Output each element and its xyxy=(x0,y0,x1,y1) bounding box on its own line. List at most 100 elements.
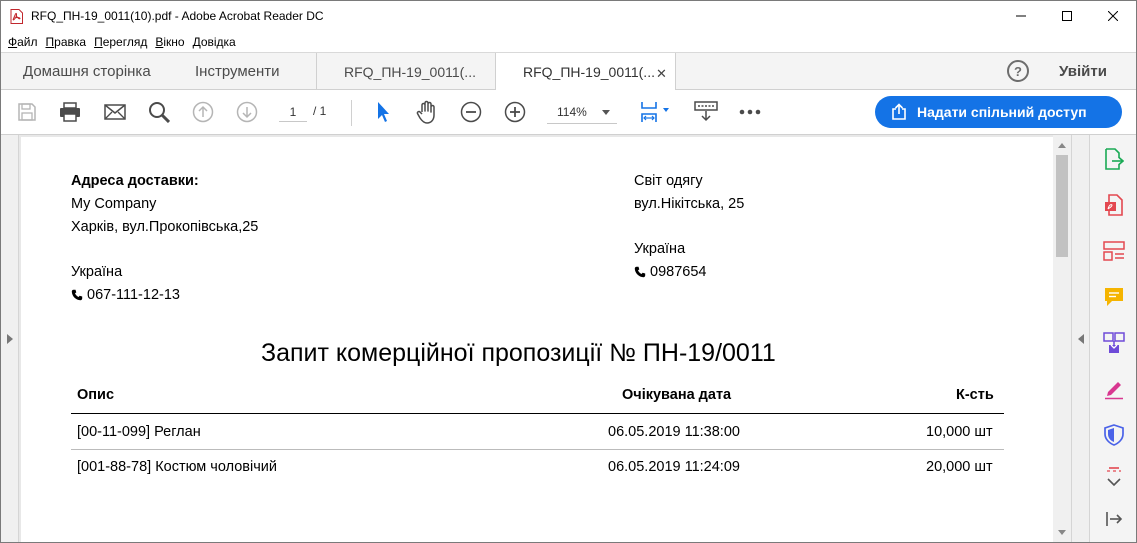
help-icon[interactable]: ? xyxy=(1007,60,1029,82)
close-icon xyxy=(1108,11,1118,21)
zoom-in-button[interactable] xyxy=(503,100,527,124)
more-icon xyxy=(739,109,761,115)
vendor-name: Світ одягу xyxy=(634,173,703,189)
row-2-quantity: 20,000 шт xyxy=(926,459,993,475)
combine-files-icon xyxy=(1103,332,1125,353)
previous-page-button[interactable] xyxy=(191,100,215,124)
export-pdf-tool[interactable] xyxy=(1102,147,1126,171)
menu-file[interactable]: Файл xyxy=(4,35,42,49)
arrow-down-circle-icon xyxy=(236,101,258,123)
pdf-file-icon xyxy=(10,9,23,24)
organize-pages-tool[interactable] xyxy=(1102,239,1126,263)
tab-document-1-label: RFQ_ПН-19_0011(... xyxy=(344,63,476,80)
sign-in-button[interactable]: Увійти xyxy=(1059,63,1107,80)
scroll-down-icon[interactable] xyxy=(1058,530,1066,535)
tab-close-icon[interactable]: ✕ xyxy=(656,66,667,82)
hand-tool-button[interactable] xyxy=(415,100,439,124)
collapse-pane-icon xyxy=(1106,512,1123,526)
save-button[interactable] xyxy=(15,100,39,124)
create-pdf-icon xyxy=(1105,194,1123,216)
table-header-date: Очікувана дата xyxy=(622,387,732,403)
tab-tools[interactable]: Інструменти xyxy=(195,53,280,90)
delivery-phone: 067-111-12-13 xyxy=(87,287,180,303)
toolbar-divider xyxy=(351,100,352,126)
row-1-date: 06.05.2019 11:38:00 xyxy=(608,424,740,440)
zoom-level-value: 114% xyxy=(557,105,587,119)
collapse-tools-pane-button[interactable] xyxy=(1102,507,1126,531)
next-page-button[interactable] xyxy=(235,100,259,124)
cursor-arrow-icon xyxy=(378,102,389,122)
scroll-up-icon[interactable] xyxy=(1058,143,1066,148)
select-tool-button[interactable] xyxy=(371,100,395,124)
pdf-page[interactable]: Адреса доставки: My Company Харків, вул.… xyxy=(21,137,1053,542)
zoom-level-dropdown[interactable]: 114% xyxy=(547,102,617,124)
more-tools-button[interactable] xyxy=(738,100,762,124)
scroll-thumb[interactable] xyxy=(1056,155,1068,257)
chevron-down-icon xyxy=(602,110,610,115)
table-row-divider xyxy=(71,449,1004,450)
vendor-street: вул.Нікітська, 25 xyxy=(634,196,745,212)
menu-bar: Файл Правка Перегляд Вікно Довідка xyxy=(1,31,1136,52)
organize-pages-icon xyxy=(1103,241,1125,261)
share-button-label: Надати спільний доступ xyxy=(917,104,1087,120)
row-2-description: [001-88-78] Костюм чоловічий xyxy=(77,459,277,475)
zoom-in-icon xyxy=(504,101,526,123)
acrobat-window: RFQ_ПН-19_0011(10).pdf - Adobe Acrobat R… xyxy=(0,0,1137,543)
search-button[interactable] xyxy=(147,100,171,124)
phone-icon xyxy=(634,266,646,278)
table-header-quantity: К-сть xyxy=(956,387,994,403)
left-pane-toggle[interactable] xyxy=(1,135,19,542)
menu-view[interactable]: Перегляд xyxy=(90,35,151,49)
export-pdf-icon xyxy=(1105,148,1124,170)
tab-document-2-active[interactable]: RFQ_ПН-19_0011(... ✕ xyxy=(496,53,676,91)
tools-pane xyxy=(1089,135,1136,542)
fit-page-button[interactable] xyxy=(639,100,673,124)
zoom-out-icon xyxy=(460,101,482,123)
menu-help[interactable]: Довідка xyxy=(189,35,240,49)
protect-tool[interactable] xyxy=(1102,423,1126,447)
share-icon xyxy=(892,103,906,120)
scroll-mode-button[interactable] xyxy=(694,100,718,124)
more-tools-pane-button[interactable] xyxy=(1102,465,1126,489)
vertical-scrollbar[interactable] xyxy=(1053,135,1071,542)
print-button[interactable] xyxy=(58,100,82,124)
vendor-phone: 0987654 xyxy=(650,264,707,280)
tab-home[interactable]: Домашня сторінка xyxy=(23,53,151,90)
zoom-out-button[interactable] xyxy=(459,100,483,124)
table-header-rule xyxy=(71,413,1004,414)
delivery-phone-line: 067-111-12-13 xyxy=(71,287,180,303)
right-pane-toggle[interactable] xyxy=(1071,135,1089,542)
comment-icon xyxy=(1105,288,1123,306)
row-1-description: [00-11-099] Реглан xyxy=(77,424,201,440)
fill-sign-tool[interactable] xyxy=(1102,377,1126,401)
hand-icon xyxy=(416,100,435,124)
minimize-icon xyxy=(1016,15,1026,17)
minimize-button[interactable] xyxy=(998,1,1044,31)
expand-left-icon xyxy=(7,334,13,344)
combine-files-tool[interactable] xyxy=(1102,331,1126,355)
menu-edit[interactable]: Правка xyxy=(42,35,91,49)
tab-bar: Домашня сторінка Інструменти RFQ_ПН-19_0… xyxy=(1,52,1136,91)
document-area: Адреса доставки: My Company Харків, вул.… xyxy=(1,135,1136,542)
page-number-input[interactable] xyxy=(279,102,307,122)
phone-icon xyxy=(71,289,83,301)
delivery-company: My Company xyxy=(71,196,157,212)
close-button[interactable] xyxy=(1090,1,1136,31)
delivery-street: Харків, вул.Прокопівська,25 xyxy=(71,219,259,235)
maximize-button[interactable] xyxy=(1044,1,1090,31)
title-bar: RFQ_ПН-19_0011(10).pdf - Adobe Acrobat R… xyxy=(1,1,1136,31)
menu-window[interactable]: Вікно xyxy=(151,35,188,49)
share-button[interactable]: Надати спільний доступ xyxy=(875,96,1122,128)
vendor-phone-line: 0987654 xyxy=(634,264,706,280)
vendor-country: Україна xyxy=(634,241,686,257)
table-header-description: Опис xyxy=(77,387,115,403)
email-button[interactable] xyxy=(103,100,127,124)
comment-tool[interactable] xyxy=(1102,285,1126,309)
tab-document-1[interactable]: RFQ_ПН-19_0011(... xyxy=(316,53,496,90)
fit-width-icon xyxy=(641,102,669,122)
create-pdf-tool[interactable] xyxy=(1102,193,1126,217)
shield-icon xyxy=(1104,424,1124,446)
arrow-up-circle-icon xyxy=(192,101,214,123)
search-icon xyxy=(149,102,170,123)
document-title: Запит комерційної пропозиції № ПН-19/001… xyxy=(261,339,776,367)
